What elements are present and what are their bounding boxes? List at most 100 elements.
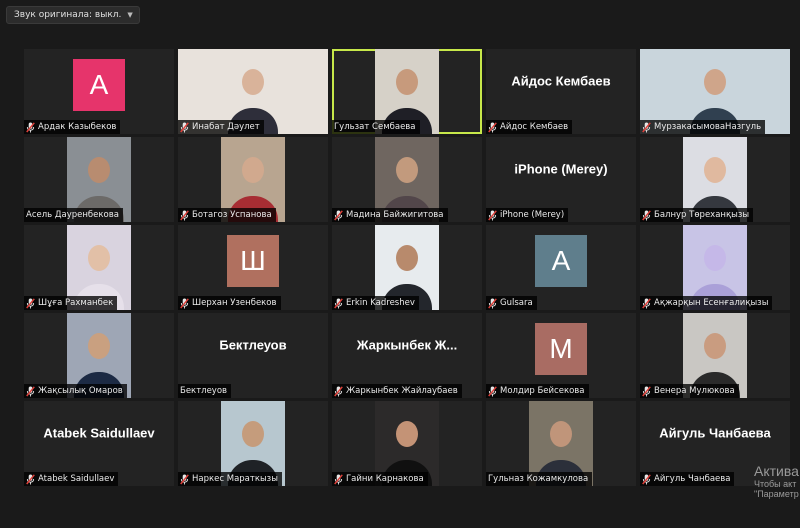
participant-tile[interactable]: Мадина Байжигитова — [332, 137, 482, 222]
participant-tile[interactable]: Ш Шерхан Узенбеков — [178, 225, 328, 310]
mic-muted-icon — [488, 385, 497, 397]
participant-name: Ардак Казыбеков — [38, 122, 117, 132]
participant-name: Жаркынбек Жайлаубаев — [346, 386, 458, 396]
participant-tile[interactable]: Ботагоз Успанова — [178, 137, 328, 222]
participant-name: Ақжарқын Есенғалиқызы — [654, 298, 769, 308]
participant-name: Atabek Saidullaev — [38, 474, 115, 484]
mic-muted-icon — [26, 385, 35, 397]
mic-muted-icon — [180, 121, 189, 133]
participant-tile[interactable]: Atabek Saidullaev Atabek Saidullaev — [24, 401, 174, 486]
participant-display-name: Atabek Saidullaev — [43, 425, 155, 441]
participant-name: Мадина Байжигитова — [346, 210, 444, 220]
video-person-head — [396, 157, 418, 184]
video-person-head — [242, 157, 264, 184]
participant-name: iPhone (Merey) — [500, 210, 565, 220]
participant-name: Айдос Кембаев — [500, 122, 569, 132]
participant-name: Наркес Мараткызы — [192, 474, 278, 484]
participant-nameplate: Гульназ Кожамкулова — [486, 472, 593, 486]
participant-nameplate: Шерхан Узенбеков — [178, 296, 281, 310]
participant-nameplate: Гайни Карнакова — [332, 472, 428, 486]
mic-muted-icon — [334, 385, 343, 397]
participant-tile[interactable]: Инабат Дәулет — [178, 49, 328, 134]
participant-tile[interactable]: Балнур Төреханқызы — [640, 137, 790, 222]
participant-nameplate: Инабат Дәулет — [178, 120, 264, 134]
video-person-head — [704, 333, 726, 360]
participant-tile[interactable]: iPhone (Merey) iPhone (Merey) — [486, 137, 636, 222]
participant-tile[interactable]: A Gulsara — [486, 225, 636, 310]
video-person-head — [550, 421, 572, 448]
participant-name: Шерхан Узенбеков — [192, 298, 277, 308]
participant-name: Ботагоз Успанова — [192, 210, 272, 220]
participant-tile[interactable]: Бектлеуов Бектлеуов — [178, 313, 328, 398]
participant-nameplate: Бектлеуов — [178, 384, 232, 398]
original-sound-button[interactable]: Звук оригинала: выкл. ▼ — [6, 6, 140, 24]
participant-display-name: Айдос Кембаев — [511, 73, 611, 89]
participant-name: Балнур Төреханқызы — [654, 210, 750, 220]
participant-name: Бектлеуов — [180, 386, 228, 396]
participant-tile[interactable]: Айдос Кембаев Айдос Кембаев — [486, 49, 636, 134]
mic-muted-icon — [26, 297, 35, 309]
participant-tile[interactable]: Венера Мулюкова — [640, 313, 790, 398]
participant-name: Жақсылық Омаров — [38, 386, 123, 396]
participant-display-name: Айгуль Чанбаева — [659, 425, 771, 441]
chevron-down-icon[interactable]: ▼ — [127, 6, 132, 24]
participant-tile[interactable]: Жаркынбек Ж... Жаркынбек Жайлаубаев — [332, 313, 482, 398]
original-sound-label: Звук оригинала: выкл. — [14, 10, 122, 20]
mic-muted-icon — [488, 209, 497, 221]
participant-name: Гульзат Сембаева — [334, 122, 416, 132]
participant-display-name: Жаркынбек Ж... — [356, 337, 458, 353]
participant-tile[interactable]: Гульназ Кожамкулова — [486, 401, 636, 486]
participant-name: Гульназ Кожамкулова — [488, 474, 589, 484]
participant-tile[interactable]: Ақжарқын Есенғалиқызы — [640, 225, 790, 310]
mic-muted-icon — [642, 473, 651, 485]
participant-nameplate: Ардак Казыбеков — [24, 120, 121, 134]
participant-tile[interactable]: Erkin Kadreshev — [332, 225, 482, 310]
participant-nameplate: Асель Дауренбекова — [24, 208, 123, 222]
participant-nameplate: Балнур Төреханқызы — [640, 208, 754, 222]
participant-nameplate: Atabek Saidullaev — [24, 472, 119, 486]
participant-nameplate: Наркес Мараткызы — [178, 472, 282, 486]
mic-muted-icon — [642, 385, 651, 397]
participant-tile[interactable]: M Молдир Бейсекова — [486, 313, 636, 398]
participant-tile[interactable]: Наркес Мараткызы — [178, 401, 328, 486]
mic-muted-icon — [26, 473, 35, 485]
video-person-head — [88, 245, 110, 272]
mic-muted-icon — [180, 209, 189, 221]
participant-name: Гайни Карнакова — [346, 474, 424, 484]
participant-tile[interactable]: A Ардак Казыбеков — [24, 49, 174, 134]
video-person-head — [242, 69, 264, 96]
video-person-head — [88, 157, 110, 184]
video-person-head — [704, 69, 726, 96]
video-person-head — [396, 69, 418, 96]
mic-muted-icon — [180, 297, 189, 309]
participant-tile[interactable]: МурзакасымоваНазгуль — [640, 49, 790, 134]
video-person-head — [704, 245, 726, 272]
mic-muted-icon — [334, 297, 343, 309]
video-gallery-grid: A Ардак Казыбеков Инабат Дәулет Гульзат Сем… — [24, 49, 790, 486]
participant-display-name: Бектлеуов — [219, 337, 287, 353]
participant-nameplate: Венера Мулюкова — [640, 384, 739, 398]
participant-name: Молдир Бейсекова — [500, 386, 585, 396]
participant-tile[interactable]: Жақсылық Омаров — [24, 313, 174, 398]
participant-nameplate: Айгуль Чанбаева — [640, 472, 735, 486]
video-person-head — [88, 333, 110, 360]
mic-muted-icon — [334, 473, 343, 485]
participant-nameplate: Жақсылық Омаров — [24, 384, 127, 398]
video-person-head — [704, 157, 726, 184]
video-person-head — [396, 421, 418, 448]
participant-avatar: Ш — [227, 234, 279, 287]
mic-muted-icon — [180, 473, 189, 485]
participant-tile[interactable]: Гайни Карнакова — [332, 401, 482, 486]
participant-nameplate: Молдир Бейсекова — [486, 384, 589, 398]
participant-nameplate: Жаркынбек Жайлаубаев — [332, 384, 462, 398]
participant-name: Венера Мулюкова — [654, 386, 735, 396]
participant-name: Инабат Дәулет — [192, 122, 260, 132]
participant-nameplate: Айдос Кембаев — [486, 120, 573, 134]
participant-name: Gulsara — [500, 298, 533, 308]
mic-muted-icon — [488, 121, 497, 133]
participant-tile[interactable]: Шұға Рахманбек — [24, 225, 174, 310]
participant-tile[interactable]: Гульзат Сембаева — [332, 49, 482, 134]
participant-tile[interactable]: Асель Дауренбекова — [24, 137, 174, 222]
participant-nameplate: iPhone (Merey) — [486, 208, 569, 222]
participant-nameplate: Шұға Рахманбек — [24, 296, 118, 310]
